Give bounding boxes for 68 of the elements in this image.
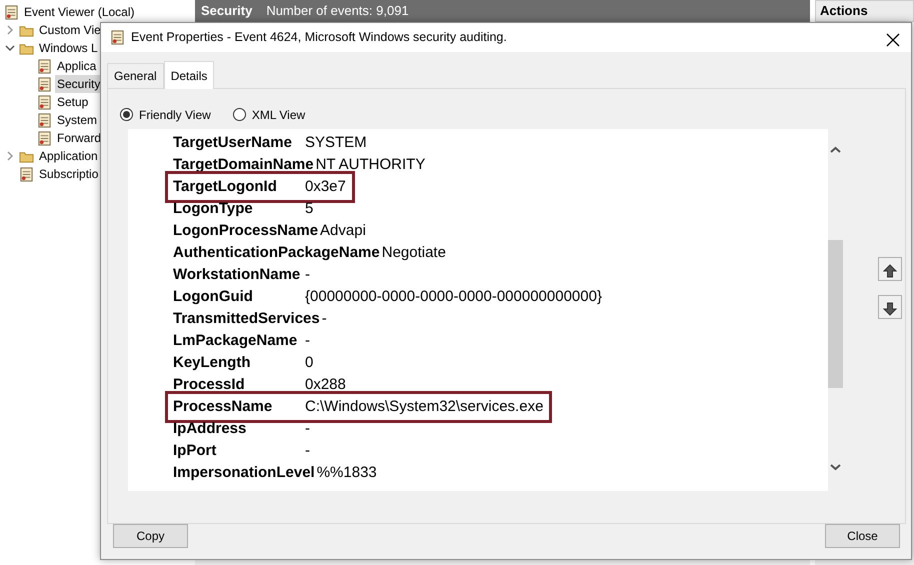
event-log-icon: [37, 130, 52, 146]
field-value: 0x3e7: [305, 176, 346, 197]
field-value: C:\Windows\System32\services.exe: [305, 396, 544, 417]
field-name: LogonGuid: [173, 286, 254, 307]
field-value: 0x288: [305, 374, 346, 395]
log-title: Security: [201, 2, 252, 20]
field-value: %%1833: [316, 462, 377, 483]
tab[interactable]: General: [107, 62, 164, 88]
field-value: 0: [305, 352, 314, 373]
event-log-icon: [4, 4, 19, 20]
tree-item[interactable]: Application: [37, 147, 100, 165]
actions-header: Actions: [815, 0, 914, 22]
radio-button[interactable]: [120, 108, 133, 122]
field-value: 5: [305, 198, 314, 219]
field-name: TargetDomainName: [173, 154, 315, 175]
field-name: IpAddress: [173, 418, 248, 439]
tree-item[interactable]: Setup: [55, 93, 90, 111]
field-value: -: [305, 418, 310, 439]
field-name: ProcessName: [173, 396, 274, 417]
field-value: {00000000-0000-0000-0000-000000000000}: [305, 286, 602, 307]
tree-item[interactable]: Custom Vie: [37, 21, 103, 39]
event-log-icon: [37, 58, 52, 74]
event-log-icon: [37, 94, 52, 110]
radio-label: Friendly View: [139, 106, 211, 124]
tree-item[interactable]: Subscriptio: [37, 165, 100, 183]
tree-item[interactable]: Event Viewer (Local): [22, 3, 136, 21]
field-name: ProcessId: [173, 374, 246, 395]
field-value: -: [305, 264, 310, 285]
radio-label: XML View: [252, 106, 306, 124]
field-name: LogonProcessName: [173, 220, 320, 241]
tab[interactable]: Details: [164, 60, 214, 89]
tree-item[interactable]: Applica: [55, 57, 98, 75]
field-name: AuthenticationPackageName: [173, 242, 381, 263]
field-name: TargetUserName: [173, 132, 293, 153]
event-log-icon: [37, 112, 52, 128]
tree-item[interactable]: Forward: [55, 129, 104, 147]
field-name: KeyLength: [173, 352, 252, 373]
tree-item[interactable]: System: [55, 111, 100, 129]
field-name: TransmittedServices: [173, 308, 321, 329]
dialog-title: Event Properties - Event 4624, Microsoft Windows security auditing.: [131, 29, 508, 46]
event-count: Number of events: 9,091: [266, 2, 409, 20]
radio-button[interactable]: [232, 108, 246, 122]
scroll-up-icon[interactable]: [829, 144, 842, 155]
move-up-button[interactable]: [878, 256, 902, 281]
field-name: WorkstationName: [173, 264, 302, 285]
scroll-down-icon[interactable]: [829, 462, 842, 472]
event-log-icon: [37, 76, 52, 92]
field-value: SYSTEM: [305, 132, 367, 153]
field-value: -: [305, 440, 310, 461]
tree-item[interactable]: Security: [55, 75, 102, 93]
field-value: Advapi: [320, 220, 366, 241]
event-log-icon: [19, 166, 34, 182]
dialog-button[interactable]: Close: [825, 524, 900, 548]
move-down-button[interactable]: [878, 294, 902, 319]
field-name: IpPort: [173, 440, 218, 461]
up-arrow-icon: [882, 262, 898, 279]
field-name: ImpersonationLevel: [173, 462, 316, 483]
field-name: LogonType: [173, 198, 254, 219]
field-name: LmPackageName: [173, 330, 298, 351]
event-log-icon: [110, 30, 125, 45]
field-name: TargetLogonId: [173, 176, 278, 197]
dialog-button[interactable]: Copy: [113, 524, 188, 548]
down-arrow-icon: [882, 300, 898, 317]
tree-item[interactable]: Windows L: [37, 39, 100, 57]
field-value: Negotiate: [382, 242, 446, 263]
field-value: NT AUTHORITY: [316, 154, 426, 175]
field-value: -: [322, 308, 327, 329]
field-value: -: [305, 330, 310, 351]
